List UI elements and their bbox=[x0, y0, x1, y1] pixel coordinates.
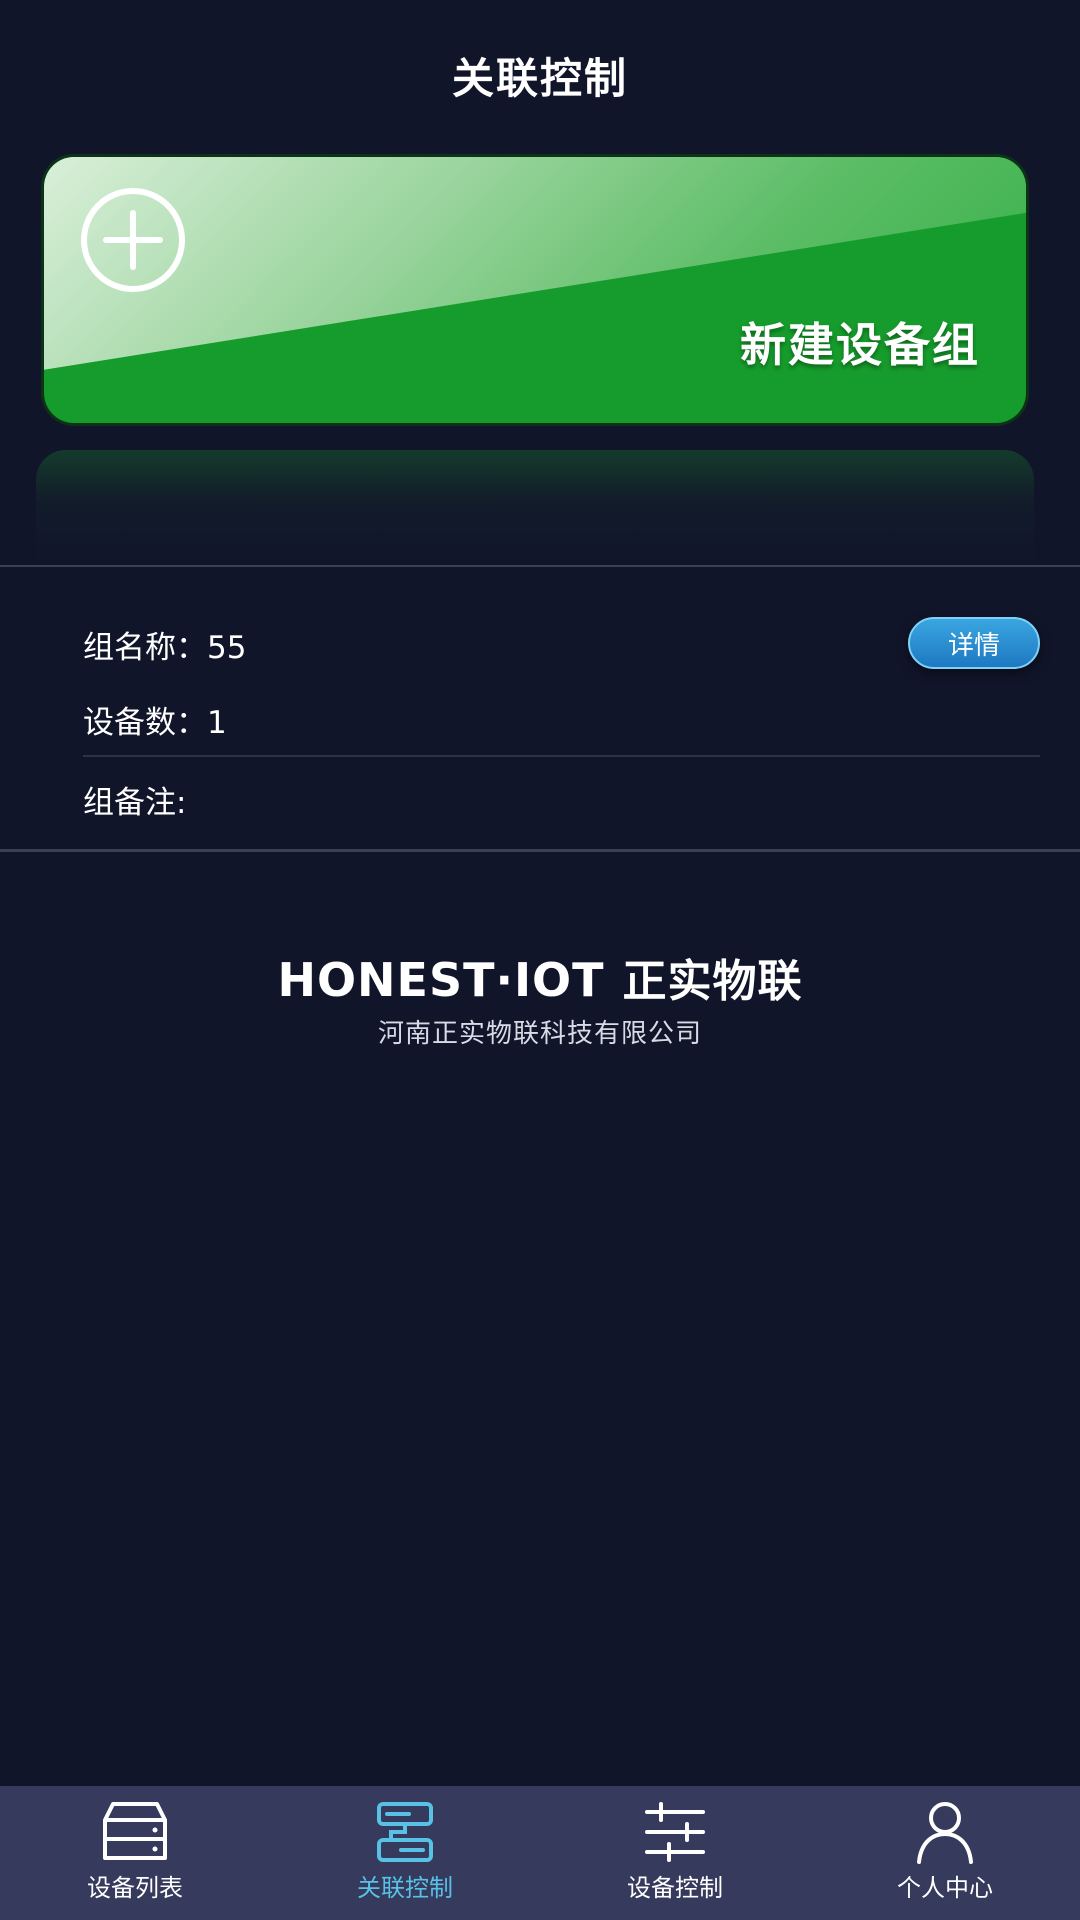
logo-cn-a: 正 bbox=[622, 956, 668, 1007]
page-title: 关联控制 bbox=[451, 53, 628, 103]
sliders-icon bbox=[645, 1802, 705, 1862]
bottom-tabbar: 设备列表 关联控制 设备控制 个人中心 bbox=[0, 1786, 1080, 1920]
linked-control-icon bbox=[377, 1802, 433, 1862]
brand-block: H ONEST·IOT 正实物联 河南正实物联科技有限公司 bbox=[0, 945, 1080, 1050]
button-reflection bbox=[36, 450, 1034, 565]
group-note: 组备注: bbox=[83, 785, 187, 821]
plus-circle-icon bbox=[81, 188, 185, 292]
user-icon bbox=[917, 1802, 973, 1864]
logo-cn-b: 实物联 bbox=[667, 956, 803, 1007]
tab-device-list[interactable]: 设备列表 bbox=[0, 1786, 270, 1920]
card-divider bbox=[83, 755, 1040, 757]
button-gloss bbox=[44, 157, 1026, 370]
tab-label: 设备控制 bbox=[627, 1874, 723, 1902]
company-name: 河南正实物联科技有限公司 bbox=[377, 1019, 702, 1049]
tab-label: 设备列表 bbox=[87, 1874, 183, 1902]
brand-logo: H ONEST·IOT 正实物联 bbox=[277, 945, 802, 1009]
group-name: 组名称：55 bbox=[83, 630, 247, 666]
logo-main: ONEST·IOT bbox=[316, 953, 605, 1007]
logo-cn: 正实物联 bbox=[623, 945, 803, 1009]
page-header: 关联控制 bbox=[0, 0, 1080, 150]
tab-linked-control[interactable]: 关联控制 bbox=[270, 1786, 540, 1920]
group-card: 组名称：55 详情 设备数：1 组备注: bbox=[0, 565, 1080, 852]
device-count: 设备数：1 bbox=[83, 705, 227, 741]
logo-prefix: H bbox=[277, 953, 317, 1007]
tab-device-control[interactable]: 设备控制 bbox=[540, 1786, 810, 1920]
tab-label: 关联控制 bbox=[357, 1874, 453, 1902]
tab-personal-center[interactable]: 个人中心 bbox=[810, 1786, 1080, 1920]
new-group-label: 新建设备组 bbox=[740, 318, 980, 372]
new-group-button[interactable]: 新建设备组 bbox=[44, 157, 1026, 423]
tab-label: 个人中心 bbox=[897, 1874, 993, 1902]
device-list-icon bbox=[103, 1802, 167, 1860]
detail-button[interactable]: 详情 bbox=[908, 617, 1040, 669]
